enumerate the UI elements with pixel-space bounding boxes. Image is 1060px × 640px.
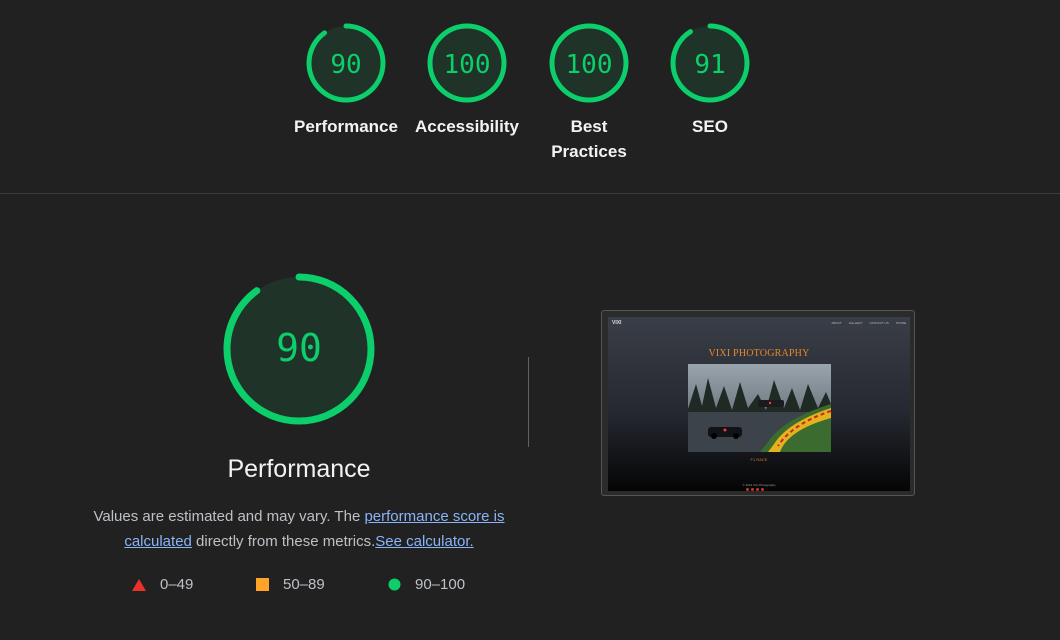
label-seo: SEO — [692, 117, 728, 136]
screenshot-social-icons — [746, 488, 764, 491]
legend-fail-range: 0–49 — [160, 576, 194, 593]
score-best-practices: 100 — [566, 50, 613, 80]
screenshot-race-photo — [688, 364, 831, 452]
label-accessibility: Accessibility — [415, 117, 519, 136]
screenshot-copyright: © 2024 Vixi Photography — [742, 483, 776, 487]
screenshot-logo: VIXI — [612, 320, 622, 326]
screenshot-nav-item: GALLERY — [848, 321, 863, 325]
gauge-seo[interactable]: 91 SEO — [650, 22, 770, 139]
screenshot-heading: VIXI PHOTOGRAPHY — [708, 348, 810, 359]
see-calculator-link[interactable]: See calculator. — [375, 533, 473, 550]
screenshot-nav-item: STORE — [895, 321, 906, 325]
screenshot-page: VIXI ABOUT GALLERY CONTACT US STORE VIXI… — [608, 317, 910, 491]
section-divider — [0, 193, 1060, 194]
gauge-ring-best-practices: 100 — [549, 23, 629, 103]
gauge-accessibility[interactable]: 100 Accessibility — [407, 22, 527, 139]
performance-gauge-large: 90 — [223, 273, 375, 425]
social-icon — [746, 488, 749, 491]
screenshot-nav: ABOUT GALLERY CONTACT US STORE — [831, 321, 906, 325]
circle-icon — [388, 578, 401, 591]
social-icon — [756, 488, 759, 491]
description-text: Values are estimated and may vary. The — [93, 508, 365, 525]
score-legend: 0–49 50–89 90–100 — [0, 576, 1060, 596]
social-icon — [761, 488, 764, 491]
label-best-practices: Best Practices — [551, 117, 627, 161]
social-icon — [751, 488, 754, 491]
gauge-best-practices[interactable]: 100 Best Practices — [529, 22, 649, 164]
description-text-middle: directly from these metrics. — [191, 533, 376, 550]
triangle-icon — [132, 578, 146, 591]
screenshot-caption: F1 RACE — [750, 457, 768, 462]
gauge-performance[interactable]: 90 Performance — [286, 22, 406, 139]
legend-pass: 90–100 — [388, 576, 465, 593]
gauge-ring-accessibility: 100 — [427, 23, 507, 103]
screenshot-nav-item: CONTACT US — [869, 321, 889, 325]
screenshot-nav-item: ABOUT — [831, 321, 842, 325]
score-accessibility: 100 — [444, 50, 491, 80]
score-seo: 91 — [694, 50, 725, 80]
performance-score-large: 90 — [276, 326, 322, 370]
square-icon — [256, 578, 269, 591]
score-performance: 90 — [330, 50, 361, 80]
vertical-separator — [528, 357, 529, 447]
label-performance: Performance — [294, 117, 398, 136]
legend-average-range: 50–89 — [283, 576, 325, 593]
category-gauges: 90 Performance 100 Accessibility 100 Bes… — [0, 22, 1060, 182]
race-car-image — [688, 364, 831, 452]
performance-description: Values are estimated and may vary. The p… — [88, 504, 510, 554]
legend-average: 50–89 — [256, 576, 325, 593]
legend-fail: 0–49 — [132, 576, 193, 593]
performance-title: Performance — [227, 455, 371, 483]
gauge-ring-performance: 90 — [306, 23, 386, 103]
legend-pass-range: 90–100 — [415, 576, 466, 593]
gauge-ring-seo: 91 — [670, 23, 750, 103]
final-screenshot-thumbnail[interactable]: VIXI ABOUT GALLERY CONTACT US STORE VIXI… — [601, 310, 915, 496]
